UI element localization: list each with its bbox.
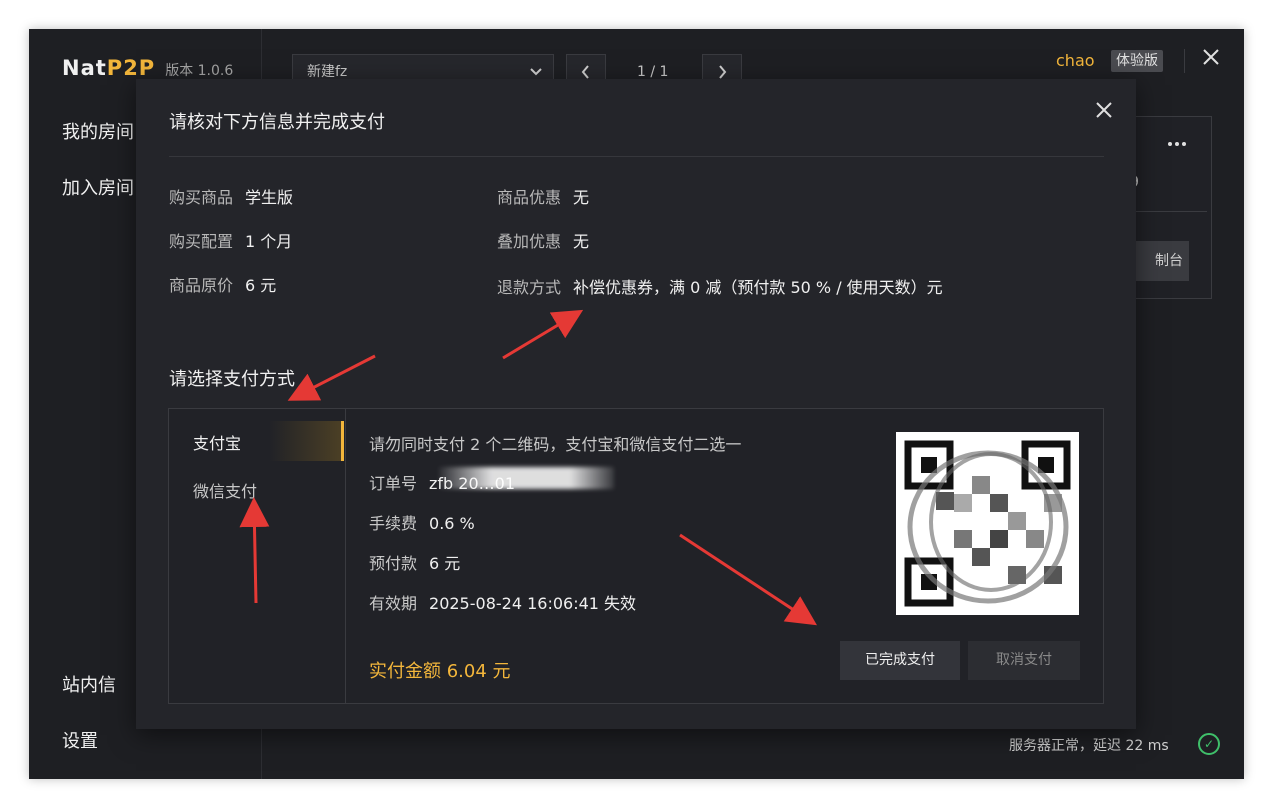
- expire-field: 有效期 2025-08-24 16:06:41 失效: [369, 590, 636, 614]
- pay-section-title: 请选择支付方式: [169, 369, 295, 390]
- qr-code: [896, 432, 1079, 615]
- more-icon[interactable]: [1167, 131, 1187, 152]
- payment-panel: 支付宝 微信支付 请勿同时支付 2 个二维码，支付宝和微信支付二选一 订单号zf…: [168, 408, 1104, 704]
- config-field: 购买配置 1 个月: [169, 228, 292, 252]
- divider: [1184, 49, 1185, 73]
- close-icon: [1203, 49, 1219, 65]
- console-button[interactable]: 制台: [1129, 241, 1189, 281]
- field-value: 学生版: [245, 188, 294, 207]
- field-value: 6 元: [429, 554, 461, 573]
- product-field: 购买商品 学生版: [169, 184, 293, 208]
- close-icon: [1096, 102, 1112, 118]
- nav-my-rooms[interactable]: 我的房间: [62, 118, 134, 144]
- field-label: 购买商品: [169, 188, 234, 207]
- modal-divider: [169, 156, 1104, 157]
- card-divider: [1129, 211, 1207, 212]
- brand-accent: P2P: [106, 56, 156, 80]
- version-label: 版本 1.0.6: [165, 63, 234, 79]
- refund-field: 退款方式 补偿优惠券，满 0 减（预付款 50 % / 使用天数）元: [497, 274, 943, 298]
- redaction-mask: [439, 467, 614, 489]
- field-label: 订单号: [369, 474, 418, 493]
- check-circle-icon: ✓: [1198, 733, 1220, 755]
- field-label: 退款方式: [497, 278, 562, 297]
- brand-name: Nat: [62, 56, 107, 80]
- tab-wechat-pay[interactable]: 微信支付: [193, 478, 257, 502]
- modal-title: 请核对下方信息并完成支付: [169, 112, 385, 133]
- nav-settings[interactable]: 设置: [62, 727, 98, 753]
- field-label: 商品优惠: [497, 188, 562, 207]
- field-value: 1 个月: [245, 232, 293, 251]
- field-value: 无: [573, 232, 590, 251]
- prepay-field: 预付款 6 元: [369, 550, 460, 574]
- active-tab-highlight: [269, 421, 341, 461]
- server-status: 服务器正常，延迟 22 ms: [1009, 738, 1169, 754]
- modal-close-button[interactable]: [1094, 97, 1114, 127]
- pay-method-list: 支付宝 微信支付: [169, 409, 346, 703]
- field-value: 无: [573, 188, 590, 207]
- window-close-button[interactable]: [1201, 45, 1221, 75]
- user-name[interactable]: chao: [1056, 51, 1095, 70]
- field-label: 商品原价: [169, 276, 234, 295]
- field-value: 6 元: [245, 276, 277, 295]
- payment-modal: 请核对下方信息并完成支付 购买商品 学生版 购买配置 1 个月 商品原价 6 元 商品…: [136, 79, 1136, 729]
- payment-done-button[interactable]: 已完成支付: [840, 641, 960, 680]
- fee-field: 手续费 0.6 %: [369, 510, 475, 534]
- field-label: 有效期: [369, 594, 418, 613]
- field-value: 补偿优惠券，满 0 减（预付款 50 % / 使用天数）元: [573, 278, 943, 297]
- nav-join-room[interactable]: 加入房间: [62, 174, 134, 200]
- field-label: 叠加优惠: [497, 232, 562, 251]
- field-label: 手续费: [369, 514, 418, 533]
- trial-badge: 体验版: [1111, 50, 1163, 72]
- field-value: 2025-08-24 16:06:41 失效: [429, 594, 637, 613]
- room-select-value: 新建fz: [307, 64, 348, 80]
- total-amount: 实付金额 6.04 元: [369, 661, 511, 682]
- nav-inbox[interactable]: 站内信: [62, 671, 116, 697]
- field-value: 0.6 %: [429, 514, 475, 533]
- discount-field: 商品优惠无: [497, 184, 589, 208]
- field-label: 购买配置: [169, 232, 234, 251]
- stack-discount-field: 叠加优惠无: [497, 228, 589, 252]
- pager-text: 1 / 1: [637, 64, 669, 80]
- pay-note: 请勿同时支付 2 个二维码，支付宝和微信支付二选一: [369, 435, 742, 454]
- brand: Nat P2P 版本 1.0.6: [62, 56, 233, 80]
- field-label: 预付款: [369, 554, 418, 573]
- tab-alipay[interactable]: 支付宝: [193, 430, 241, 454]
- cancel-payment-button[interactable]: 取消支付: [968, 641, 1080, 680]
- price-field: 商品原价 6 元: [169, 272, 276, 296]
- active-tab-indicator: [341, 421, 344, 461]
